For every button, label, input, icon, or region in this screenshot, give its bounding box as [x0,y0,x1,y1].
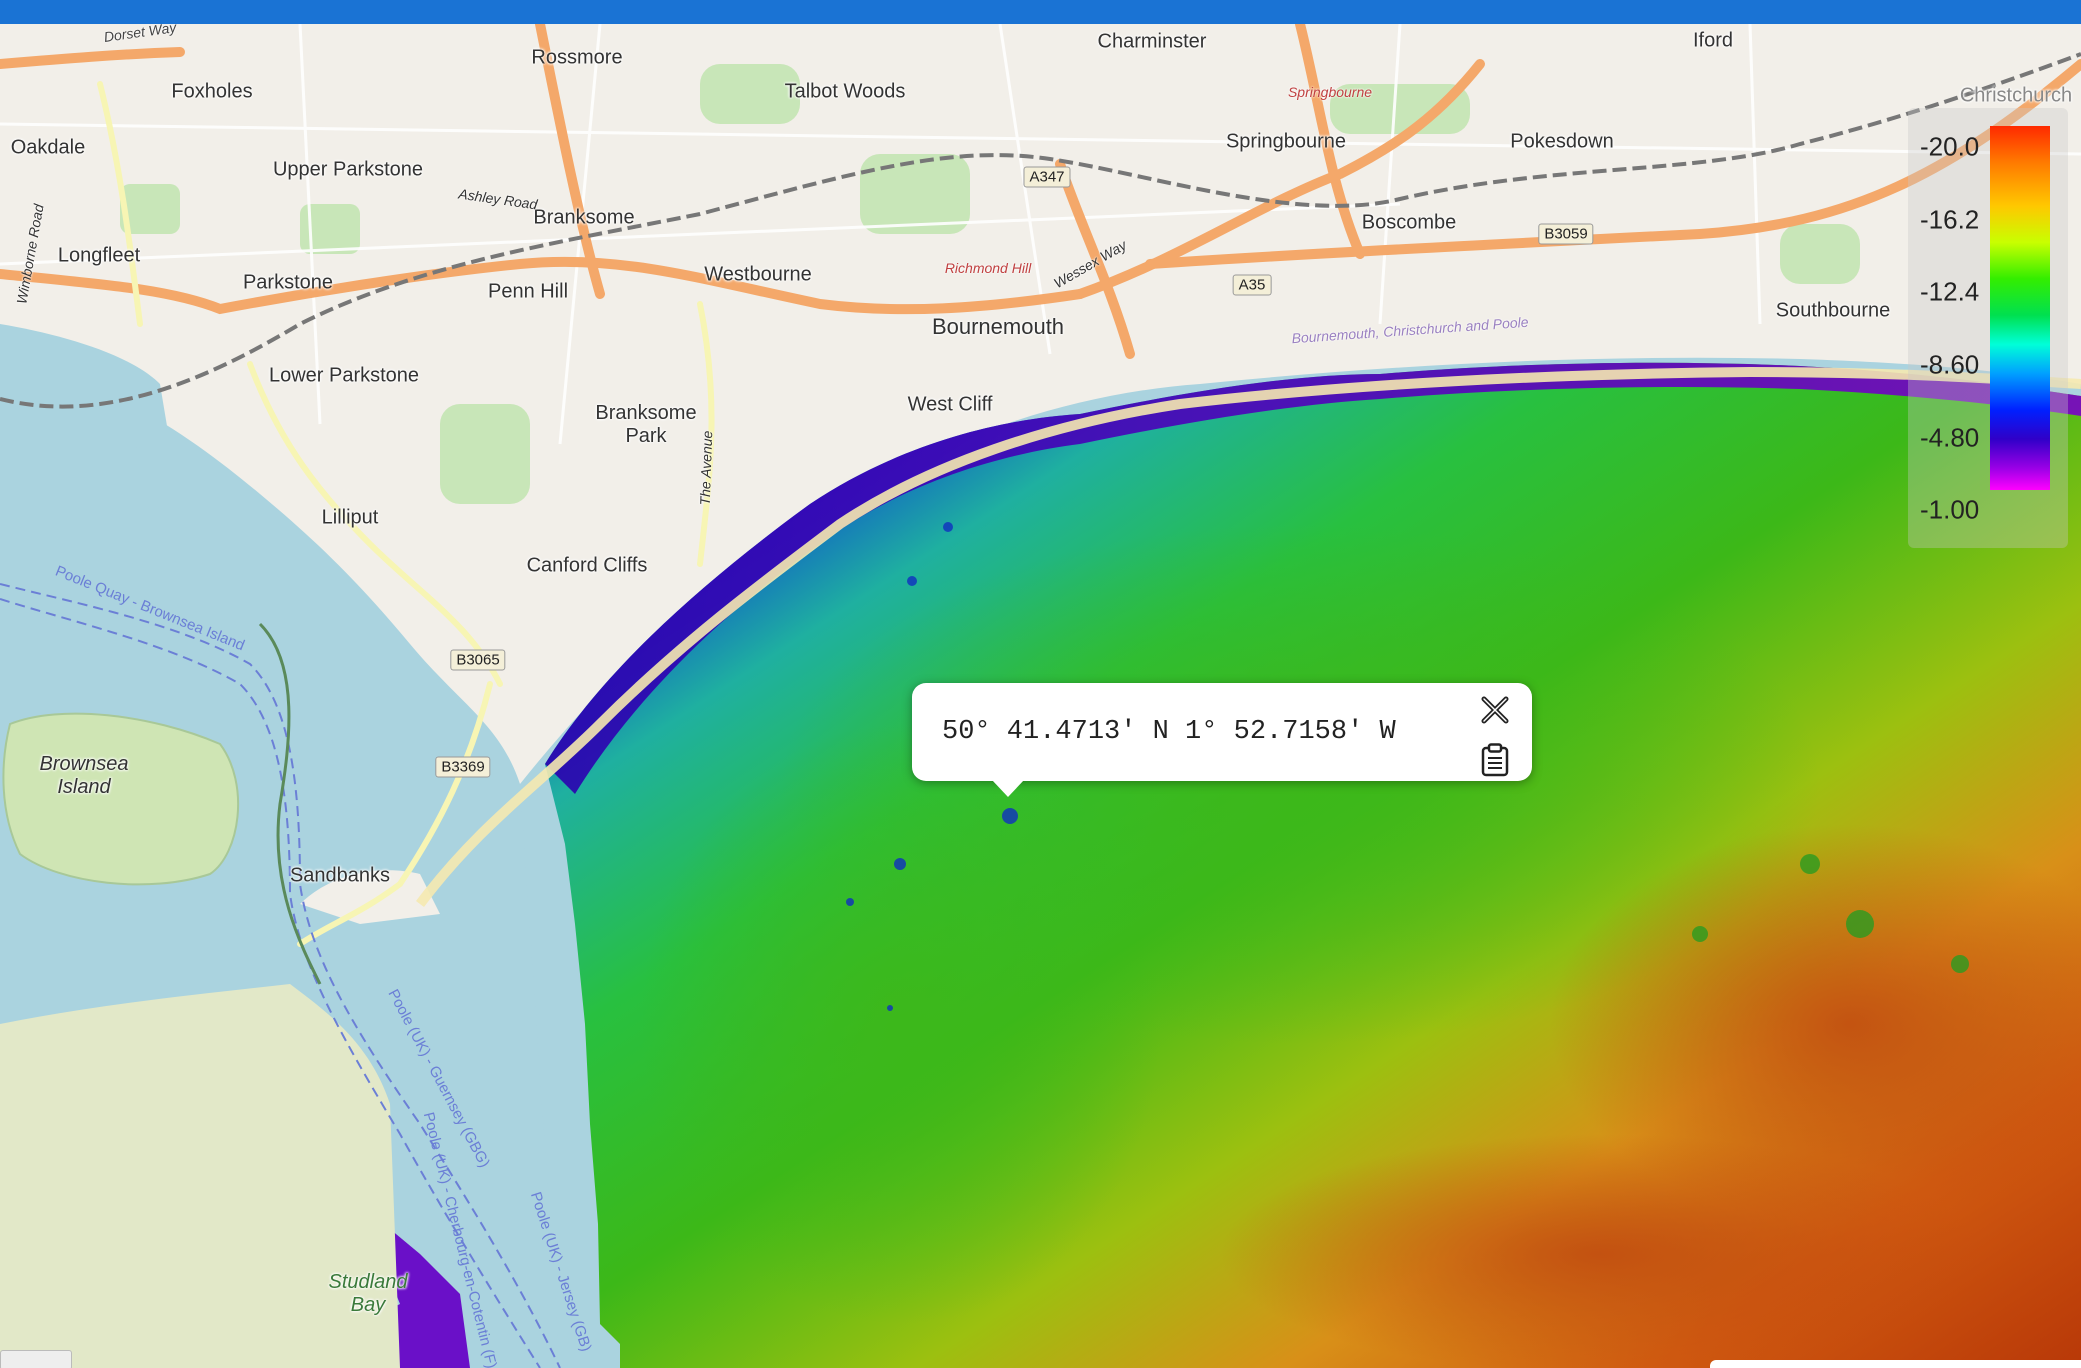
place-label-lilliput: Lilliput [321,506,379,529]
place-label-charminster: Charminster [1097,30,1207,53]
place-label-bournemouth: Bournemouth [931,314,1065,339]
place-label-talbot-woods: Talbot Woods [784,80,906,103]
road-shield-b3065: B3065 [450,649,506,671]
coordinate-popup: 50° 41.4713' N 1° 52.7158' W [912,683,1532,797]
legend-label: -20.0 [1920,131,1980,162]
place-label-lower-parkstone: Lower Parkstone [268,364,420,387]
road-shield-b3059: B3059 [1538,223,1594,245]
legend-label: -1.00 [1920,494,1980,525]
depth-color-legend: -20.0 -16.2 -12.4 -8.60 -4.80 -1.00 [1908,108,2068,548]
road-shield-a347: A347 [1023,166,1071,188]
map-view[interactable]: Charminster Iford Rossmore Foxholes Talb… [0,24,2081,1368]
top-header-bar [0,0,2081,24]
close-icon[interactable] [1478,693,1512,727]
place-label-sandbanks: Sandbanks [289,864,391,887]
place-label-springbourne: Springbourne [1225,130,1347,153]
place-label-pokesdown: Pokesdown [1510,130,1614,153]
place-label-iford: Iford [1692,29,1734,52]
popup-pointer [992,780,1024,797]
place-label-parkstone: Parkstone [242,271,334,294]
place-label-branksome: Branksome [533,206,635,229]
app-root: Charminster Iford Rossmore Foxholes Talb… [0,0,2081,1368]
legend-label: -16.2 [1920,204,1980,235]
place-label-penn-hill: Penn Hill [487,280,569,303]
place-label-branksome-park: Branksome Park [595,402,697,447]
road-shield-a35: A35 [1232,274,1272,296]
place-label-longfleet: Longfleet [57,244,141,267]
place-label-christchurch: Christchurch [1959,84,2073,107]
legend-color-bar [1990,126,2050,490]
legend-label: -4.80 [1920,422,1980,453]
attribution-bar [1710,1360,2081,1368]
map-corner-control[interactable] [0,1350,72,1368]
place-label-foxholes: Foxholes [171,80,253,103]
legend-label: -8.60 [1920,349,1980,380]
place-label-southbourne: Southbourne [1775,299,1891,322]
place-label-west-cliff: West Cliff [907,393,993,416]
place-label-studland-bay: Studland Bay [328,1271,408,1316]
place-label-rossmore: Rossmore [531,46,623,69]
road-shield-b3369: B3369 [435,756,491,778]
legend-label: -12.4 [1920,276,1980,307]
place-label-canford-cliffs: Canford Cliffs [526,554,648,577]
road-label-springbourne-road: Springbourne [1287,84,1373,100]
road-label-the-avenue: The Avenue [696,430,716,506]
road-label-richmond-hill: Richmond Hill [944,260,1032,276]
place-label-oakdale: Oakdale [10,136,86,159]
place-label-brownsea-island: Brownsea Island [39,753,129,798]
place-label-boscombe: Boscombe [1361,211,1457,234]
place-label-upper-parkstone: Upper Parkstone [272,158,424,181]
popup-coordinates-text: 50° 41.4713' N 1° 52.7158' W [942,717,1396,747]
clipboard-icon[interactable] [1480,743,1510,777]
place-label-westbourne: Westbourne [704,263,812,286]
